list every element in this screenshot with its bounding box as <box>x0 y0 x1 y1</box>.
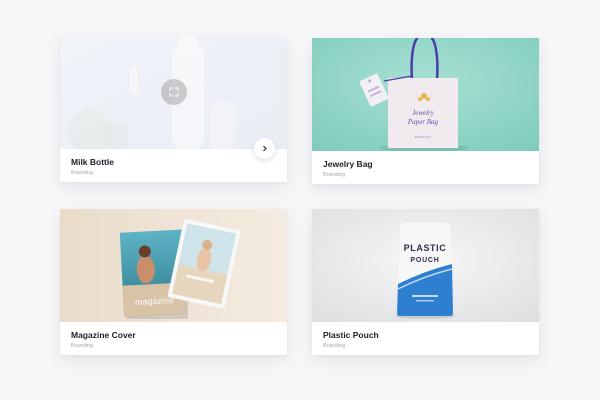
card-category[interactable]: Branding <box>71 343 276 350</box>
card-image-plastic-pouch[interactable]: PLASTIC POUCH <box>312 209 539 322</box>
plastic-pouch-photo: PLASTIC POUCH <box>312 209 539 322</box>
card-body: Magazine Cover Branding <box>60 322 287 355</box>
jewelry-bag-photo: Jewelry Paper Bag MOCKUP <box>312 38 539 151</box>
card-body: Jewelry Bag Branding <box>312 151 539 184</box>
card-image-magazine-cover[interactable]: magazine <box>60 209 287 322</box>
card-category[interactable]: Branding <box>323 343 528 350</box>
card-category[interactable]: Branding <box>323 172 528 179</box>
card-title[interactable]: Milk Bottle <box>71 157 276 167</box>
card-image-jewelry-bag[interactable]: Jewelry Paper Bag MOCKUP <box>312 38 539 151</box>
card-body: Plastic Pouch Branding <box>312 322 539 355</box>
card-title[interactable]: Magazine Cover <box>71 330 276 340</box>
portfolio-card-plastic-pouch[interactable]: PLASTIC POUCH Plastic Pouch Branding <box>312 209 539 355</box>
chevron-right-icon[interactable] <box>254 138 275 159</box>
portfolio-card-jewelry-bag[interactable]: Jewelry Paper Bag MOCKUP Jewelry Bag Bra… <box>312 38 539 184</box>
portfolio-card-milk-bottle[interactable]: Milk Bottle Branding <box>60 36 287 182</box>
bag-text-line-3: MOCKUP <box>415 135 431 139</box>
bag-text-line-2: Paper Bag <box>407 118 439 126</box>
pouch-text-line-2: POUCH <box>410 257 439 264</box>
card-image-milk-bottle[interactable] <box>60 36 287 149</box>
magazine-cover-photo: magazine <box>60 209 287 322</box>
bag-text-line-1: Jewelry <box>412 109 435 117</box>
card-body: Milk Bottle Branding <box>60 149 287 182</box>
pouch-text-line-1: PLASTIC <box>404 243 447 253</box>
card-title[interactable]: Plastic Pouch <box>323 330 528 340</box>
card-title[interactable]: Jewelry Bag <box>323 159 528 169</box>
expand-icon[interactable] <box>161 79 187 105</box>
portfolio-card-magazine-cover[interactable]: magazine Magazine Cover Branding <box>60 209 287 355</box>
card-category[interactable]: Branding <box>71 170 276 177</box>
